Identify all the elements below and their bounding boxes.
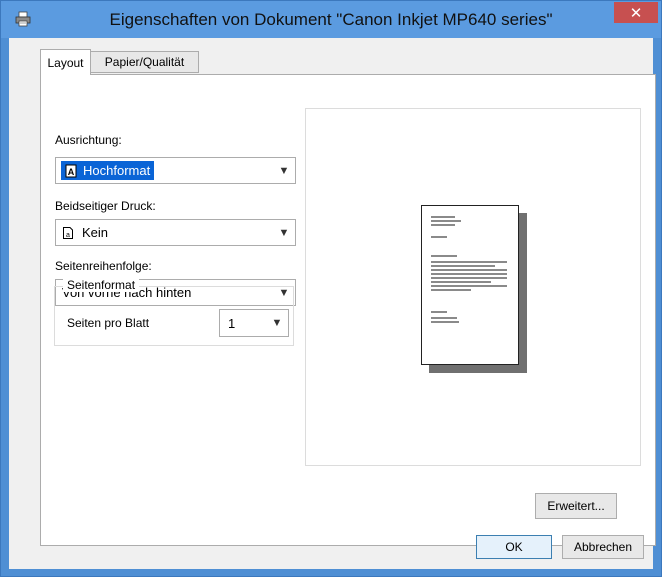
orientation-selected: A Hochformat (61, 161, 155, 180)
window-title: Eigenschaften von Dokument "Canon Inkjet… (109, 10, 553, 29)
cancel-button[interactable]: Abbrechen (562, 535, 644, 559)
ok-button[interactable]: OK (476, 535, 552, 559)
title-bar[interactable]: Eigenschaften von Dokument "Canon Inkjet… (1, 1, 661, 38)
duplex-label: Beidseitiger Druck: (55, 199, 156, 213)
preview-page (421, 205, 519, 365)
single-page-icon: a (63, 226, 73, 239)
svg-text:a: a (66, 232, 70, 239)
orientation-dropdown[interactable]: A Hochformat ▼ (55, 157, 296, 184)
chevron-down-icon: ▼ (278, 164, 290, 177)
printer-icon (15, 11, 31, 27)
tab-layout[interactable]: Layout (40, 49, 91, 75)
tab-papier-qualitaet[interactable]: Papier/Qualität (91, 51, 199, 73)
chevron-down-icon: ▼ (271, 317, 283, 329)
page-format-legend: Seitenformat (63, 278, 140, 292)
dialog-window: Eigenschaften von Dokument "Canon Inkjet… (0, 0, 662, 577)
pages-per-sheet-value: 1 (228, 315, 236, 331)
svg-text:A: A (68, 167, 75, 177)
duplex-dropdown[interactable]: a Kein ▼ (55, 219, 296, 246)
advanced-button[interactable]: Erweitert... (535, 493, 617, 519)
close-button[interactable]: ✕ (614, 2, 658, 23)
page-format-group: Seitenformat Seiten pro Blatt 1 ▼ (54, 278, 294, 346)
page-order-label: Seitenreihenfolge: (55, 259, 152, 273)
portrait-page-icon: A (65, 164, 77, 177)
duplex-value: Kein (82, 225, 109, 240)
pages-per-sheet-dropdown[interactable]: 1 ▼ (219, 309, 289, 337)
chevron-down-icon: ▼ (278, 226, 290, 239)
dialog-client-area: Papier/Qualität Layout Ausrichtung: A Ho… (9, 38, 656, 569)
orientation-value: Hochformat (83, 163, 151, 178)
pages-per-sheet-label: Seiten pro Blatt (67, 316, 150, 330)
orientation-label: Ausrichtung: (55, 133, 122, 147)
